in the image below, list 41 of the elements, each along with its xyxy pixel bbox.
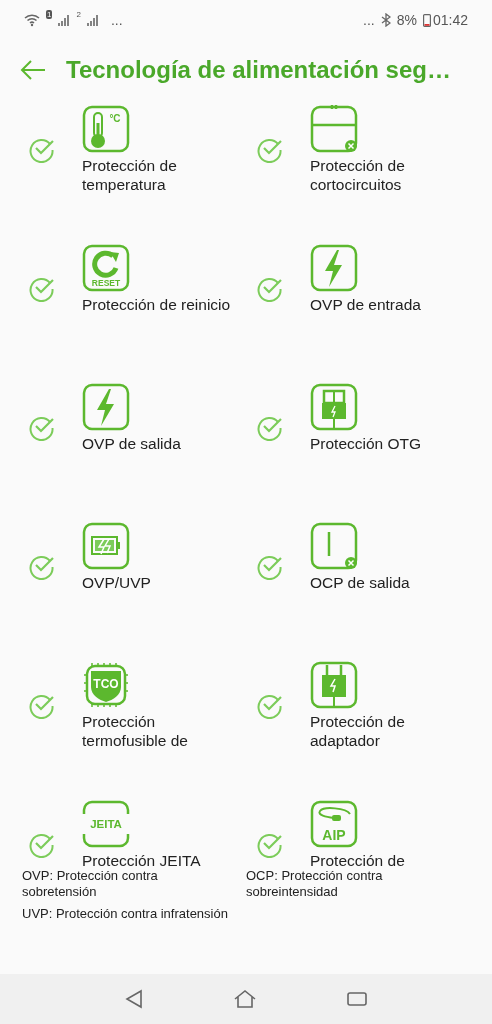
feature-label: Protección de temperatura bbox=[82, 156, 178, 194]
wifi-icon bbox=[24, 13, 40, 27]
home-icon[interactable] bbox=[233, 989, 257, 1009]
lightning-bolt-icon bbox=[310, 244, 358, 292]
more-indicator: ... bbox=[110, 10, 123, 30]
sim-label: 2 bbox=[76, 9, 81, 19]
feature-label: Protección de reinicio bbox=[82, 295, 232, 314]
feature-label: OVP de entrada bbox=[310, 295, 422, 314]
fuse-chip-icon: TCO bbox=[82, 661, 130, 709]
recents-icon[interactable] bbox=[345, 990, 368, 1008]
footnote: OVP: Protección contra sobretensión bbox=[22, 868, 159, 900]
battery-percent: 8% bbox=[396, 10, 417, 30]
battery-charging-icon bbox=[82, 522, 130, 570]
clock: 01:42 bbox=[432, 10, 468, 30]
feature-label: Protección JEITA bbox=[82, 851, 202, 870]
feature-label: Protección OTG bbox=[310, 434, 423, 453]
signal-icon bbox=[86, 14, 99, 26]
feature-label: OVP de salida bbox=[82, 434, 182, 453]
page-title: Tecnología de alimentación seg… bbox=[66, 55, 451, 85]
charger-plug-icon bbox=[310, 661, 358, 709]
battery-icon bbox=[422, 13, 431, 27]
usb-plug-icon bbox=[310, 383, 358, 431]
signal-icon bbox=[58, 14, 71, 26]
circuit-icon bbox=[310, 105, 358, 153]
reset-icon: RESET bbox=[82, 244, 130, 292]
footnote: UVP: Protección contra infratensión bbox=[22, 906, 229, 922]
feature-label: Protección termofusible de bbox=[82, 712, 189, 750]
feature-label: Protección de adaptador bbox=[310, 712, 406, 750]
cable-icon: AIP bbox=[310, 800, 358, 848]
feature-label: OVP/UVP bbox=[82, 573, 152, 592]
feature-label: Protección de cortocircuitos bbox=[310, 156, 406, 194]
sim-badge: 1 bbox=[46, 9, 53, 19]
lightning-bolt-icon bbox=[82, 383, 130, 431]
bluetooth-icon bbox=[380, 13, 391, 27]
current-limit-icon bbox=[310, 522, 358, 570]
feature-label: OCP de salida bbox=[310, 573, 411, 592]
back-nav-icon[interactable] bbox=[124, 989, 145, 1009]
thermometer-icon: °C bbox=[82, 105, 130, 153]
footnote: OCP: Protección contra sobreintensidad bbox=[246, 868, 384, 900]
feature-label: Protección de bbox=[310, 851, 406, 870]
more-indicator: ... bbox=[363, 10, 375, 30]
